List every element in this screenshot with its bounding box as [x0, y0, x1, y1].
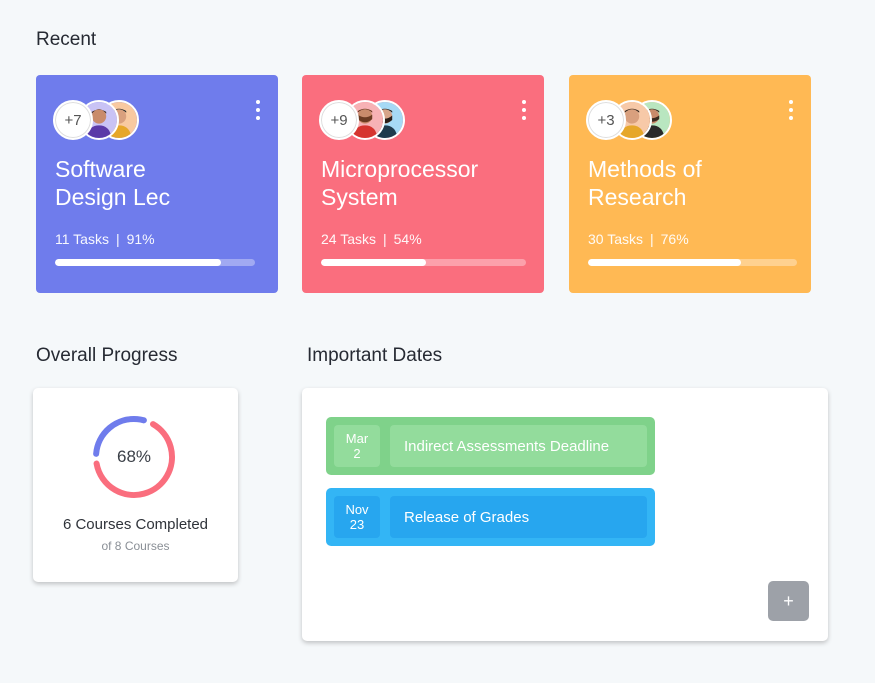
overall-percent: 68% — [116, 447, 152, 466]
course-percent: 54% — [393, 231, 422, 247]
course-card-microprocessor-system[interactable]: +9 Microprocessor System 24 Tasks | 54% — [302, 75, 544, 293]
course-percent: 91% — [126, 231, 155, 247]
course-stats: 11 Tasks | 91% — [55, 231, 155, 247]
date-day: 23 — [349, 517, 365, 532]
date-badge: Mar 2 — [334, 425, 380, 467]
more-options-icon[interactable] — [784, 100, 798, 120]
overall-progress-title: Overall Progress — [36, 345, 178, 366]
task-count: 30 Tasks — [588, 231, 643, 247]
extra-members-count[interactable]: +9 — [319, 100, 359, 140]
date-month: Mar — [345, 431, 369, 446]
extra-members-count[interactable]: +3 — [586, 100, 626, 140]
courses-completed: 6 Courses Completed — [62, 516, 209, 533]
courses-total: of 8 Courses — [101, 539, 170, 553]
important-dates-card: Mar 2 Indirect Assessments Deadline Nov … — [302, 388, 828, 641]
course-stats: 30 Tasks | 76% — [588, 231, 689, 247]
course-title: Software Design Lec — [55, 156, 171, 210]
date-day: 2 — [353, 446, 361, 461]
date-month: Nov — [345, 502, 369, 517]
course-progress-bar — [55, 259, 255, 266]
course-progress-bar — [321, 259, 526, 266]
course-title: Methods of Research — [588, 156, 702, 210]
task-count: 11 Tasks — [55, 231, 109, 247]
add-date-button[interactable]: + — [768, 581, 809, 621]
task-count: 24 Tasks — [321, 231, 376, 247]
date-item-release-of-grades[interactable]: Nov 23 Release of Grades — [326, 488, 655, 546]
date-badge: Nov 23 — [334, 496, 380, 538]
more-options-icon[interactable] — [517, 100, 531, 120]
important-dates-title: Important Dates — [307, 345, 443, 366]
overall-progress-card: 68% 6 Courses Completed of 8 Courses — [33, 388, 238, 582]
course-card-software-design[interactable]: +7 Software Design Lec 11 Tasks | 91% — [36, 75, 278, 293]
course-card-methods-of-research[interactable]: +3 Methods of Research 30 Tasks | 76% — [569, 75, 811, 293]
course-progress-bar — [588, 259, 797, 266]
course-title: Microprocessor System — [321, 156, 479, 210]
extra-members-count[interactable]: +7 — [53, 100, 93, 140]
date-label: Indirect Assessments Deadline — [390, 425, 647, 467]
more-options-icon[interactable] — [251, 100, 265, 120]
course-percent: 76% — [660, 231, 689, 247]
recent-title: Recent — [36, 29, 97, 50]
course-stats: 24 Tasks | 54% — [321, 231, 422, 247]
date-label: Release of Grades — [390, 496, 647, 538]
date-item-indirect-assessments[interactable]: Mar 2 Indirect Assessments Deadline — [326, 417, 655, 475]
